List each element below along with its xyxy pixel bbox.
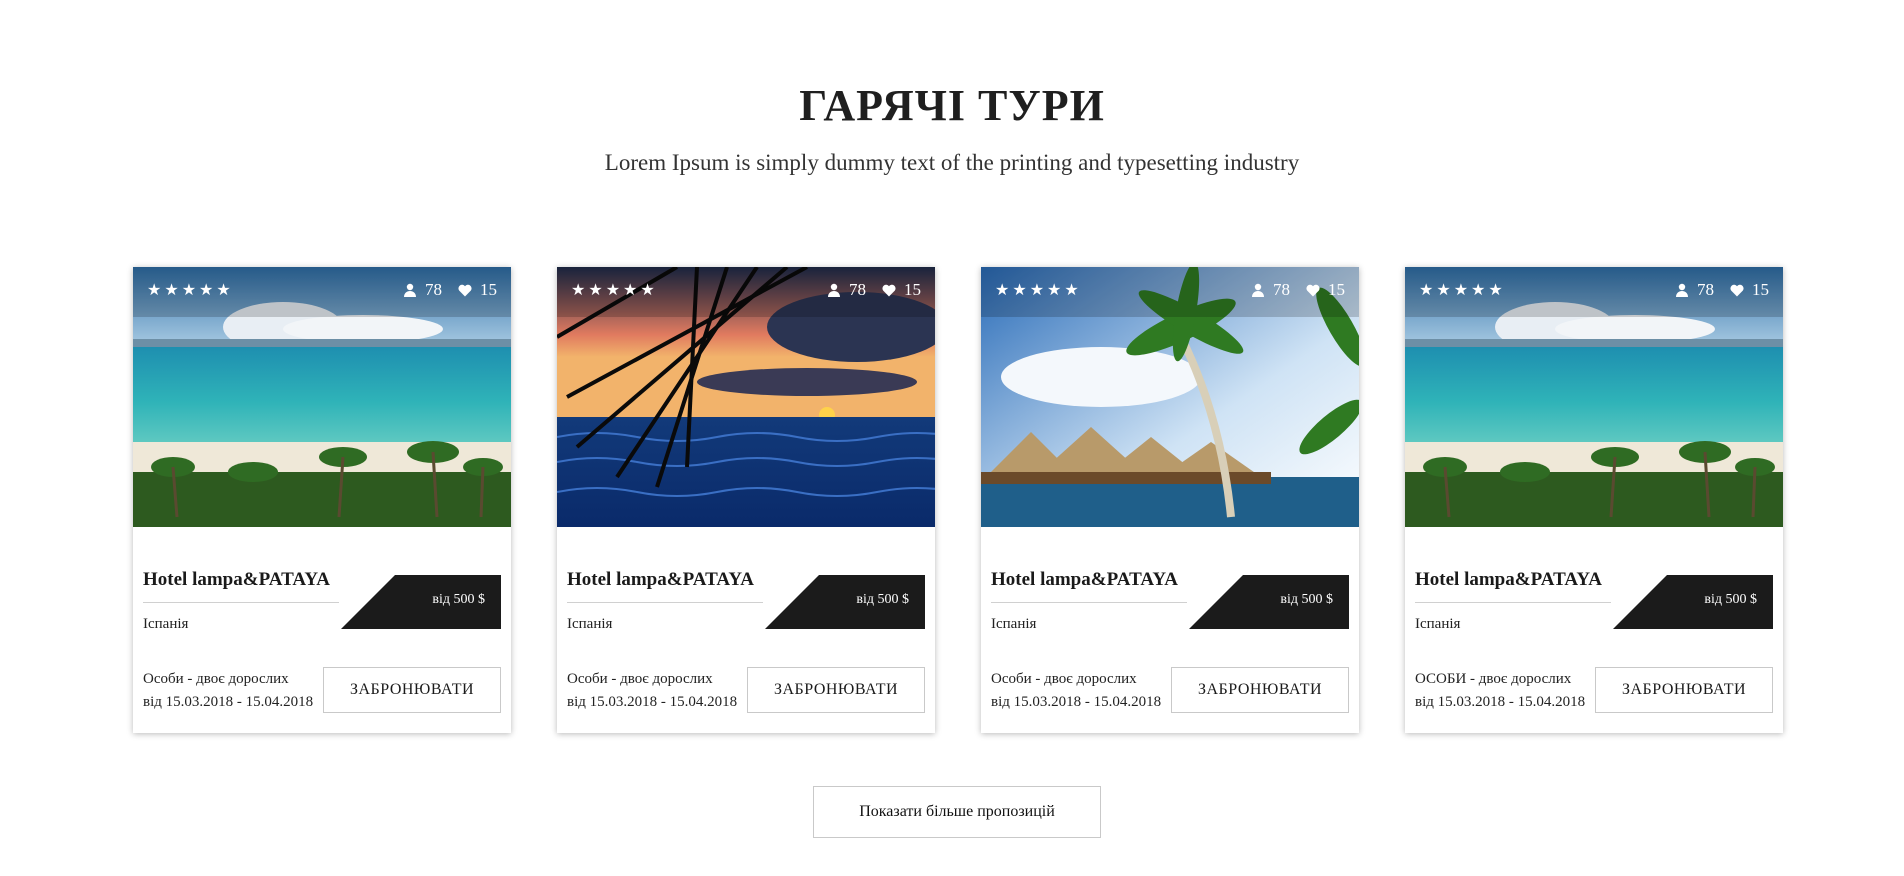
heart-icon[interactable] bbox=[1306, 284, 1320, 297]
user-icon bbox=[403, 283, 417, 297]
rating-stars: ★★★★★ bbox=[995, 282, 1082, 299]
price-tag: від 500 $ bbox=[1613, 575, 1773, 629]
views-count: 78 bbox=[425, 280, 442, 299]
heart-icon[interactable] bbox=[458, 284, 472, 297]
hotel-name[interactable]: Hotel lampa&PATAYA bbox=[143, 569, 330, 591]
card-topbar: ★★★★★ 78 15 bbox=[981, 267, 1359, 317]
tour-card[interactable]: ★★★★★ 78 15 Hotel lampa&PATAYA Іспанія в… bbox=[133, 267, 511, 733]
rating-stars: ★★★★★ bbox=[1419, 282, 1506, 299]
card-topbar: ★★★★★ 78 15 bbox=[557, 267, 935, 317]
user-icon bbox=[1251, 283, 1265, 297]
hotel-name[interactable]: Hotel lampa&PATAYA bbox=[1415, 569, 1602, 591]
price-value: від 500 $ bbox=[1704, 592, 1757, 607]
divider bbox=[567, 602, 763, 603]
tour-cards: ★★★★★ 78 15 Hotel lampa&PATAYA Іспанія в… bbox=[133, 267, 1783, 733]
divider bbox=[143, 602, 339, 603]
dates: від 15.03.2018 - 15.04.2018 bbox=[567, 694, 738, 710]
price-value: від 500 $ bbox=[1280, 592, 1333, 607]
persons: Особи - двоє дорослих bbox=[991, 671, 1137, 687]
tour-card[interactable]: ★★★★★ 78 15 Hotel lampa&PATAYA Іспанія в… bbox=[981, 267, 1359, 733]
user-icon bbox=[1675, 283, 1689, 297]
persons: Особи - двоє дорослих bbox=[567, 671, 713, 687]
tour-card[interactable]: ★★★★★ 78 15 Hotel lampa&PATAYA Іспанія в… bbox=[1405, 267, 1783, 733]
views-count: 78 bbox=[1697, 280, 1714, 299]
page-subtitle: Lorem Ipsum is simply dummy text of the … bbox=[604, 150, 1300, 175]
rating-stars: ★★★★★ bbox=[147, 282, 234, 299]
likes-count: 15 bbox=[480, 280, 497, 299]
divider bbox=[1415, 602, 1611, 603]
show-more-button[interactable]: Показати більше пропозицій bbox=[813, 786, 1101, 838]
dates: від 15.03.2018 - 15.04.2018 bbox=[143, 694, 314, 710]
book-button[interactable]: ЗАБРОНЮВАТИ bbox=[323, 667, 501, 713]
persons: ОСОБИ - двоє дорослих bbox=[1415, 671, 1572, 687]
hotel-name[interactable]: Hotel lampa&PATAYA bbox=[991, 569, 1178, 591]
country: Іспанія bbox=[567, 616, 613, 632]
dates: від 15.03.2018 - 15.04.2018 bbox=[991, 694, 1162, 710]
price-tag: від 500 $ bbox=[1189, 575, 1349, 629]
rating-stars: ★★★★★ bbox=[571, 282, 658, 299]
views-count: 78 bbox=[849, 280, 866, 299]
hotel-name[interactable]: Hotel lampa&PATAYA bbox=[567, 569, 754, 591]
country: Іспанія bbox=[143, 616, 189, 632]
dates: від 15.03.2018 - 15.04.2018 bbox=[1415, 694, 1586, 710]
card-topbar: ★★★★★ 78 15 bbox=[133, 267, 511, 317]
country: Іспанія bbox=[991, 616, 1037, 632]
price-tag: від 500 $ bbox=[765, 575, 925, 629]
heart-icon[interactable] bbox=[882, 284, 896, 297]
views-count: 78 bbox=[1273, 280, 1290, 299]
tour-card[interactable]: ★★★★★ 78 15 Hotel lampa&PATAYA Іспанія в… bbox=[557, 267, 935, 733]
divider bbox=[991, 602, 1187, 603]
likes-count: 15 bbox=[1752, 280, 1769, 299]
heart-icon[interactable] bbox=[1730, 284, 1744, 297]
persons: Особи - двоє дорослих bbox=[143, 671, 289, 687]
card-topbar: ★★★★★ 78 15 bbox=[1405, 267, 1783, 317]
likes-count: 15 bbox=[904, 280, 921, 299]
book-button[interactable]: ЗАБРОНЮВАТИ bbox=[1595, 667, 1773, 713]
page-title: ГАРЯЧІ ТУРИ bbox=[799, 81, 1105, 130]
user-icon bbox=[827, 283, 841, 297]
book-button[interactable]: ЗАБРОНЮВАТИ bbox=[747, 667, 925, 713]
likes-count: 15 bbox=[1328, 280, 1345, 299]
country: Іспанія bbox=[1415, 616, 1461, 632]
price-value: від 500 $ bbox=[432, 592, 485, 607]
price-tag: від 500 $ bbox=[341, 575, 501, 629]
book-button[interactable]: ЗАБРОНЮВАТИ bbox=[1171, 667, 1349, 713]
price-value: від 500 $ bbox=[856, 592, 909, 607]
